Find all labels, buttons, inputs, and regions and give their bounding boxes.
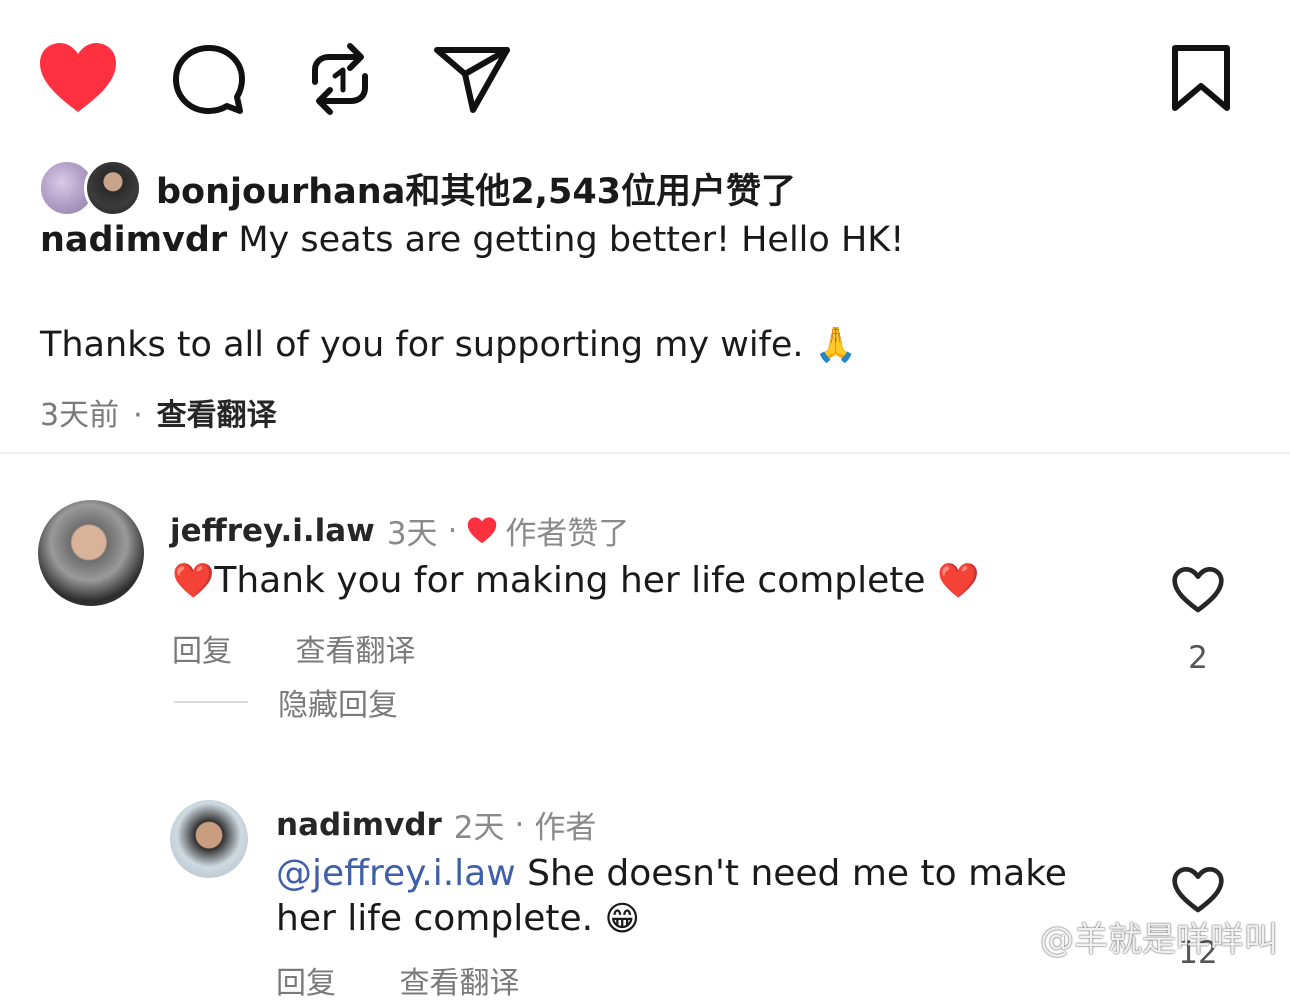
avatar[interactable] [170,800,248,878]
post-action-bar [0,0,1290,130]
hide-replies-toggle[interactable]: 隐藏回复 [174,682,398,723]
comment-time: 2天 [453,810,505,846]
watermark: @羊就是咩咩叫 [1000,912,1278,961]
comment-bubble-icon[interactable] [172,44,248,116]
comment-header: jeffrey.i.law 3天 · 作者赞了 [170,508,629,553]
hide-replies-line [174,701,248,703]
comment-body-2: her life complete. [276,898,594,939]
bookmark-icon[interactable] [1170,44,1232,112]
caption-username[interactable]: nadimvdr [40,220,227,260]
post-timestamp: 3天前 [40,398,120,433]
weibo-logo-icon [1000,931,1034,955]
caption-text: My seats are getting better! Hello HK! [238,220,905,260]
caption-line-2: Thanks to all of you for supporting my w… [40,325,857,365]
repost-icon[interactable] [305,40,375,118]
meta-separator: · [133,398,143,433]
avatar [84,159,142,217]
comment-like-heart-icon[interactable] [1171,866,1225,914]
author-liked-heart-icon [468,517,497,544]
comment-like-count: 2 [1188,640,1208,676]
heart-emoji: ❤️ [937,561,980,601]
reply-button[interactable]: 回复 [172,626,232,670]
comment-text-2: her life complete. 😁 [276,898,640,939]
watermark-text: @羊就是咩咩叫 [1040,920,1278,960]
comment-username[interactable]: jeffrey.i.law [170,513,375,549]
send-icon[interactable] [433,44,513,114]
likes-count-text: 和其他2,543位用户赞了 [405,171,797,212]
post-meta: 3天前 · 查看翻译 [40,390,277,434]
comment-text: ❤️Thank you for making her life complete… [172,560,979,601]
liker-username[interactable]: bonjourhana [156,172,405,212]
caption-line-1: nadimvdr My seats are getting better! He… [40,220,904,260]
comment-separator: · [514,806,525,843]
comment-like-heart-icon[interactable] [1171,566,1225,614]
comment-header: nadimvdr 2天 · 作者 [276,802,596,847]
likes-summary[interactable]: bonjourhana和其他2,543位用户赞了 [38,158,796,218]
see-translation-link[interactable]: 查看翻译 [157,398,277,433]
pray-emoji: 🙏 [814,325,858,365]
see-translation-link[interactable]: 查看翻译 [400,958,520,1002]
liker-avatars [38,158,142,218]
hide-replies-label: 隐藏回复 [278,688,398,723]
comment-time: 3天 [386,516,438,552]
author-badge: 作者 [534,810,597,846]
grin-emoji: 😁 [604,899,640,939]
mention-link[interactable]: @jeffrey.i.law [276,853,516,894]
heart-emoji: ❤️ [172,561,215,601]
comment-separator: · [447,512,458,549]
comment-actions: 回复 查看翻译 [172,626,416,670]
likes-text: bonjourhana和其他2,543位用户赞了 [156,163,796,214]
reply-button[interactable]: 回复 [276,958,336,1002]
comment-username[interactable]: nadimvdr [276,807,442,843]
comment-actions: 回复 查看翻译 [276,958,520,1002]
author-liked-label: 作者赞了 [505,516,630,552]
avatar[interactable] [38,500,144,606]
comment-body: She doesn't need me to make [515,853,1067,894]
see-translation-link[interactable]: 查看翻译 [296,626,416,670]
comment-body: Thank you for making her life complete [214,560,926,601]
caption-text-2: Thanks to all of you for supporting my w… [40,325,804,365]
comment-text: @jeffrey.i.law She doesn't need me to ma… [276,853,1067,894]
divider [0,452,1290,454]
heart-filled-icon[interactable] [38,42,118,114]
